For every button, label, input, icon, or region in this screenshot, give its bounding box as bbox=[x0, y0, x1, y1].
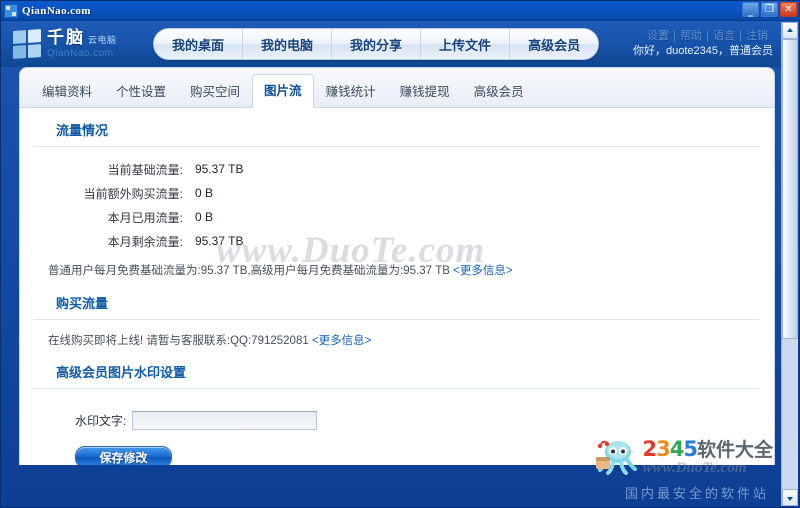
logo-name: 千脑 bbox=[47, 28, 85, 47]
window-controls: _ ❐ ✕ bbox=[742, 2, 797, 17]
save-button[interactable]: 保存修改 bbox=[75, 446, 172, 465]
logo-domain: QianNao.com bbox=[47, 48, 114, 59]
section-title-watermark: 高级会员图片水印设置 bbox=[34, 352, 760, 389]
application-window: QianNao.com _ ❐ ✕ 千脑 云电脑 QianNao.com 我的桌面… bbox=[0, 0, 800, 508]
scrollbar-track[interactable] bbox=[782, 39, 798, 489]
scroll-up-icon[interactable] bbox=[782, 22, 798, 39]
util-link-logout[interactable]: 注销 bbox=[741, 30, 773, 42]
tab-buy-space[interactable]: 购买空间 bbox=[178, 75, 252, 108]
nav-item-desktop[interactable]: 我的桌面 bbox=[154, 29, 244, 59]
scroll-down-icon[interactable] bbox=[782, 489, 798, 506]
title-bar: QianNao.com _ ❐ ✕ bbox=[1, 1, 799, 21]
util-link-help[interactable]: 帮助 bbox=[675, 30, 708, 42]
panel-body: 流量情况 当前基础流量: 95.37 TB 当前额外购买流量: 0 B 本月已用… bbox=[20, 108, 774, 465]
maximize-icon: ❐ bbox=[765, 4, 774, 15]
window-panes-logo-icon bbox=[13, 29, 41, 59]
site-logo[interactable]: 千脑 云电脑 QianNao.com bbox=[1, 29, 153, 59]
tab-withdraw[interactable]: 赚钱提现 bbox=[388, 75, 462, 108]
tab-earning-stats[interactable]: 赚钱统计 bbox=[314, 75, 388, 108]
close-icon: ✕ bbox=[784, 4, 793, 15]
user-greeting: 你好，duote2345，普通会员 bbox=[633, 45, 773, 57]
traffic-stats: 当前基础流量: 95.37 TB 当前额外购买流量: 0 B 本月已用流量: 0… bbox=[20, 147, 774, 255]
content-panel: 编辑资料 个性设置 购买空间 图片流 赚钱统计 赚钱提现 高级会员 流量情况 当… bbox=[19, 67, 775, 465]
stat-row-remaining-this-month: 本月剩余流量: 95.37 TB bbox=[20, 229, 774, 253]
stat-row-extra-purchased-traffic: 当前额外购买流量: 0 B bbox=[20, 181, 774, 205]
watermark-text-row: 水印文字: bbox=[20, 411, 774, 430]
tab-personalize[interactable]: 个性设置 bbox=[104, 75, 178, 108]
nav-item-computer[interactable]: 我的电脑 bbox=[243, 29, 333, 59]
section-title-buy-traffic: 购买流量 bbox=[34, 283, 760, 320]
stat-value: 0 B bbox=[195, 210, 214, 224]
watermark-form: 水印文字: 保存修改 bbox=[20, 389, 774, 465]
stat-value: 95.37 TB bbox=[195, 162, 244, 176]
buy-traffic-note: 在线购买即将上线! 请暂与客服联系:QQ:791252081 <更多信息> bbox=[20, 320, 774, 352]
buy-traffic-text: 在线购买即将上线! 请暂与客服联系:QQ:791252081 bbox=[48, 335, 309, 347]
traffic-note-text: 普通用户每月免费基础流量为:95.37 TB,高级用户每月免费基础流量为:95.… bbox=[48, 265, 450, 277]
vertical-scrollbar[interactable] bbox=[781, 22, 798, 506]
buy-more-info-link[interactable]: <更多信息> bbox=[312, 335, 371, 347]
stat-value: 0 B bbox=[195, 186, 214, 200]
scrollbar-thumb[interactable] bbox=[782, 39, 798, 339]
app-icon bbox=[4, 3, 18, 18]
section-title-traffic: 流量情况 bbox=[34, 108, 760, 147]
stat-label: 当前基础流量: bbox=[107, 162, 183, 177]
close-button[interactable]: ✕ bbox=[780, 2, 797, 17]
stat-label: 当前额外购买流量: bbox=[83, 186, 183, 201]
minimize-icon: _ bbox=[748, 6, 753, 17]
window-title: QianNao.com bbox=[22, 4, 91, 17]
site-header: 千脑 云电脑 QianNao.com 我的桌面 我的电脑 我的分享 上传文件 高级… bbox=[1, 21, 799, 67]
util-link-language[interactable]: 语言 bbox=[708, 30, 741, 42]
tab-vip-member[interactable]: 高级会员 bbox=[462, 75, 536, 108]
stat-label: 本月已用流量: bbox=[107, 210, 183, 225]
nav-item-shares[interactable]: 我的分享 bbox=[332, 29, 422, 59]
traffic-note: 普通用户每月免费基础流量为:95.37 TB,高级用户每月免费基础流量为:95.… bbox=[20, 255, 774, 283]
maximize-button[interactable]: ❐ bbox=[761, 2, 778, 17]
slogan-text: 国内最安全的软件站 bbox=[624, 486, 769, 501]
traffic-more-info-link[interactable]: <更多信息> bbox=[453, 265, 512, 277]
watermark-text-input[interactable] bbox=[132, 411, 318, 430]
logo-text: 千脑 云电脑 QianNao.com bbox=[47, 29, 117, 59]
account-tabs: 编辑资料 个性设置 购买空间 图片流 赚钱统计 赚钱提现 高级会员 bbox=[20, 68, 774, 108]
content-wrapper: 编辑资料 个性设置 购买空间 图片流 赚钱统计 赚钱提现 高级会员 流量情况 当… bbox=[1, 67, 799, 465]
nav-item-upload[interactable]: 上传文件 bbox=[421, 29, 511, 59]
stat-row-used-this-month: 本月已用流量: 0 B bbox=[20, 205, 774, 229]
tab-photo-stream[interactable]: 图片流 bbox=[252, 74, 314, 108]
logo-tagline: 云电脑 bbox=[88, 35, 117, 45]
minimize-button[interactable]: _ bbox=[742, 2, 759, 17]
tab-edit-profile[interactable]: 编辑资料 bbox=[30, 75, 104, 108]
stat-row-base-traffic: 当前基础流量: 95.37 TB bbox=[20, 157, 774, 181]
stat-value: 95.37 TB bbox=[195, 234, 244, 248]
main-nav: 我的桌面 我的电脑 我的分享 上传文件 高级会员 bbox=[153, 28, 600, 60]
watermark-text-label: 水印文字: bbox=[75, 414, 127, 428]
nav-item-vip[interactable]: 高级会员 bbox=[510, 29, 598, 59]
util-link-settings[interactable]: 设置 bbox=[642, 30, 675, 42]
header-utility-links: 设置 帮助 语言 注销 你好，duote2345，普通会员 bbox=[599, 30, 799, 58]
stat-label: 本月剩余流量: bbox=[107, 234, 183, 249]
watermark-actions: 保存修改 bbox=[20, 430, 774, 465]
